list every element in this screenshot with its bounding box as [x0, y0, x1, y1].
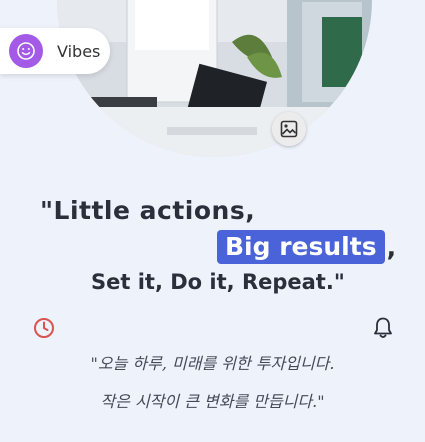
clock-icon-graphic — [34, 318, 54, 338]
quote-line-3: Set it, Do it, Repeat." — [91, 270, 345, 294]
header-photo — [57, 0, 372, 157]
korean-quote-line-1: "오늘 하루, 미래를 위한 투자입니다. — [90, 354, 335, 373]
quote-line-2: Big results , — [217, 230, 396, 264]
vibes-avatar — [9, 34, 43, 68]
smiley-icon — [17, 42, 35, 60]
bell-icon-graphic — [374, 317, 392, 338]
vibes-badge[interactable]: Vibes — [0, 28, 110, 74]
desk-photo-illustration — [57, 0, 372, 157]
image-icon — [280, 120, 298, 138]
clock-icon[interactable] — [33, 317, 55, 343]
quote-line-1: "Little actions, — [40, 196, 256, 225]
image-icon-button[interactable] — [272, 112, 306, 146]
korean-quote-line-2: 작은 시작이 큰 변화를 만듭니다." — [100, 392, 325, 411]
quote-comma: , — [386, 232, 397, 262]
vibes-label: Vibes — [57, 41, 101, 61]
highlighted-phrase: Big results — [217, 230, 385, 264]
bell-icon[interactable] — [372, 316, 394, 344]
